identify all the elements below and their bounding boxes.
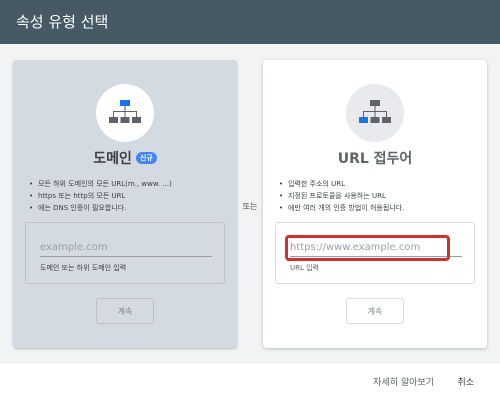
domain-bullet: https 또는 http의 모든 URL (29, 190, 237, 202)
domain-input-hint: 도메인 또는 하위 도메인 입력 (40, 264, 127, 272)
dialog-title: 속성 유형 선택 (0, 0, 500, 44)
domain-continue-button[interactable]: 계속 (96, 298, 154, 324)
domain-card[interactable]: 도메인 신규 모든 하위 도메인의 모든 URL(m., www. ...) h… (13, 60, 237, 348)
url-prefix-icon-circle (346, 84, 404, 142)
or-separator: 또는 (242, 202, 258, 211)
learn-more-link[interactable]: 자세히 알아보기 (373, 375, 434, 388)
dialog-footer: 자세히 알아보기 취소 (0, 362, 500, 398)
domain-title: 도메인 (93, 151, 132, 167)
highlight-box (285, 235, 450, 261)
property-type-options: 도메인 신규 모든 하위 도메인의 모든 URL(m., www. ...) h… (0, 44, 500, 362)
domain-input-field: 도메인 또는 하위 도메인 입력 (25, 222, 225, 284)
domain-title-row: 도메인 신규 (13, 148, 237, 168)
url-prefix-bullet-list: 입력한 주소의 URL 지정된 프로토콜을 사용하는 URL 에만 여러 개의 … (279, 178, 487, 214)
url-prefix-bullet: 지정된 프로토콜을 사용하는 URL (279, 190, 487, 202)
domain-input[interactable] (40, 239, 212, 257)
url-prefix-card[interactable]: URL 접두어 입력한 주소의 URL 지정된 프로토콜을 사용하는 URL 에… (263, 60, 487, 348)
url-prefix-bullet: 입력한 주소의 URL (279, 178, 487, 190)
url-prefix-title-row: URL 접두어 (263, 148, 487, 168)
url-prefix-bullet: 에만 여러 개의 인증 방법이 허용됩니다. (279, 202, 487, 214)
url-input-field: URL 입력 (275, 222, 475, 284)
cancel-button[interactable]: 취소 (457, 375, 474, 388)
url-input-hint: URL 입력 (290, 264, 319, 272)
sitemap-icon (109, 100, 141, 123)
url-prefix-title: URL 접두어 (337, 151, 413, 167)
domain-bullet: 모든 하위 도메인의 모든 URL(m., www. ...) (29, 178, 237, 190)
sitemap-icon (359, 100, 391, 123)
domain-icon-circle (96, 84, 154, 142)
domain-bullet: 에는 DNS 인증이 필요합니다. (29, 202, 237, 214)
new-badge: 신규 (135, 152, 157, 164)
url-prefix-continue-button[interactable]: 계속 (346, 298, 404, 324)
domain-bullet-list: 모든 하위 도메인의 모든 URL(m., www. ...) https 또는… (29, 178, 237, 214)
